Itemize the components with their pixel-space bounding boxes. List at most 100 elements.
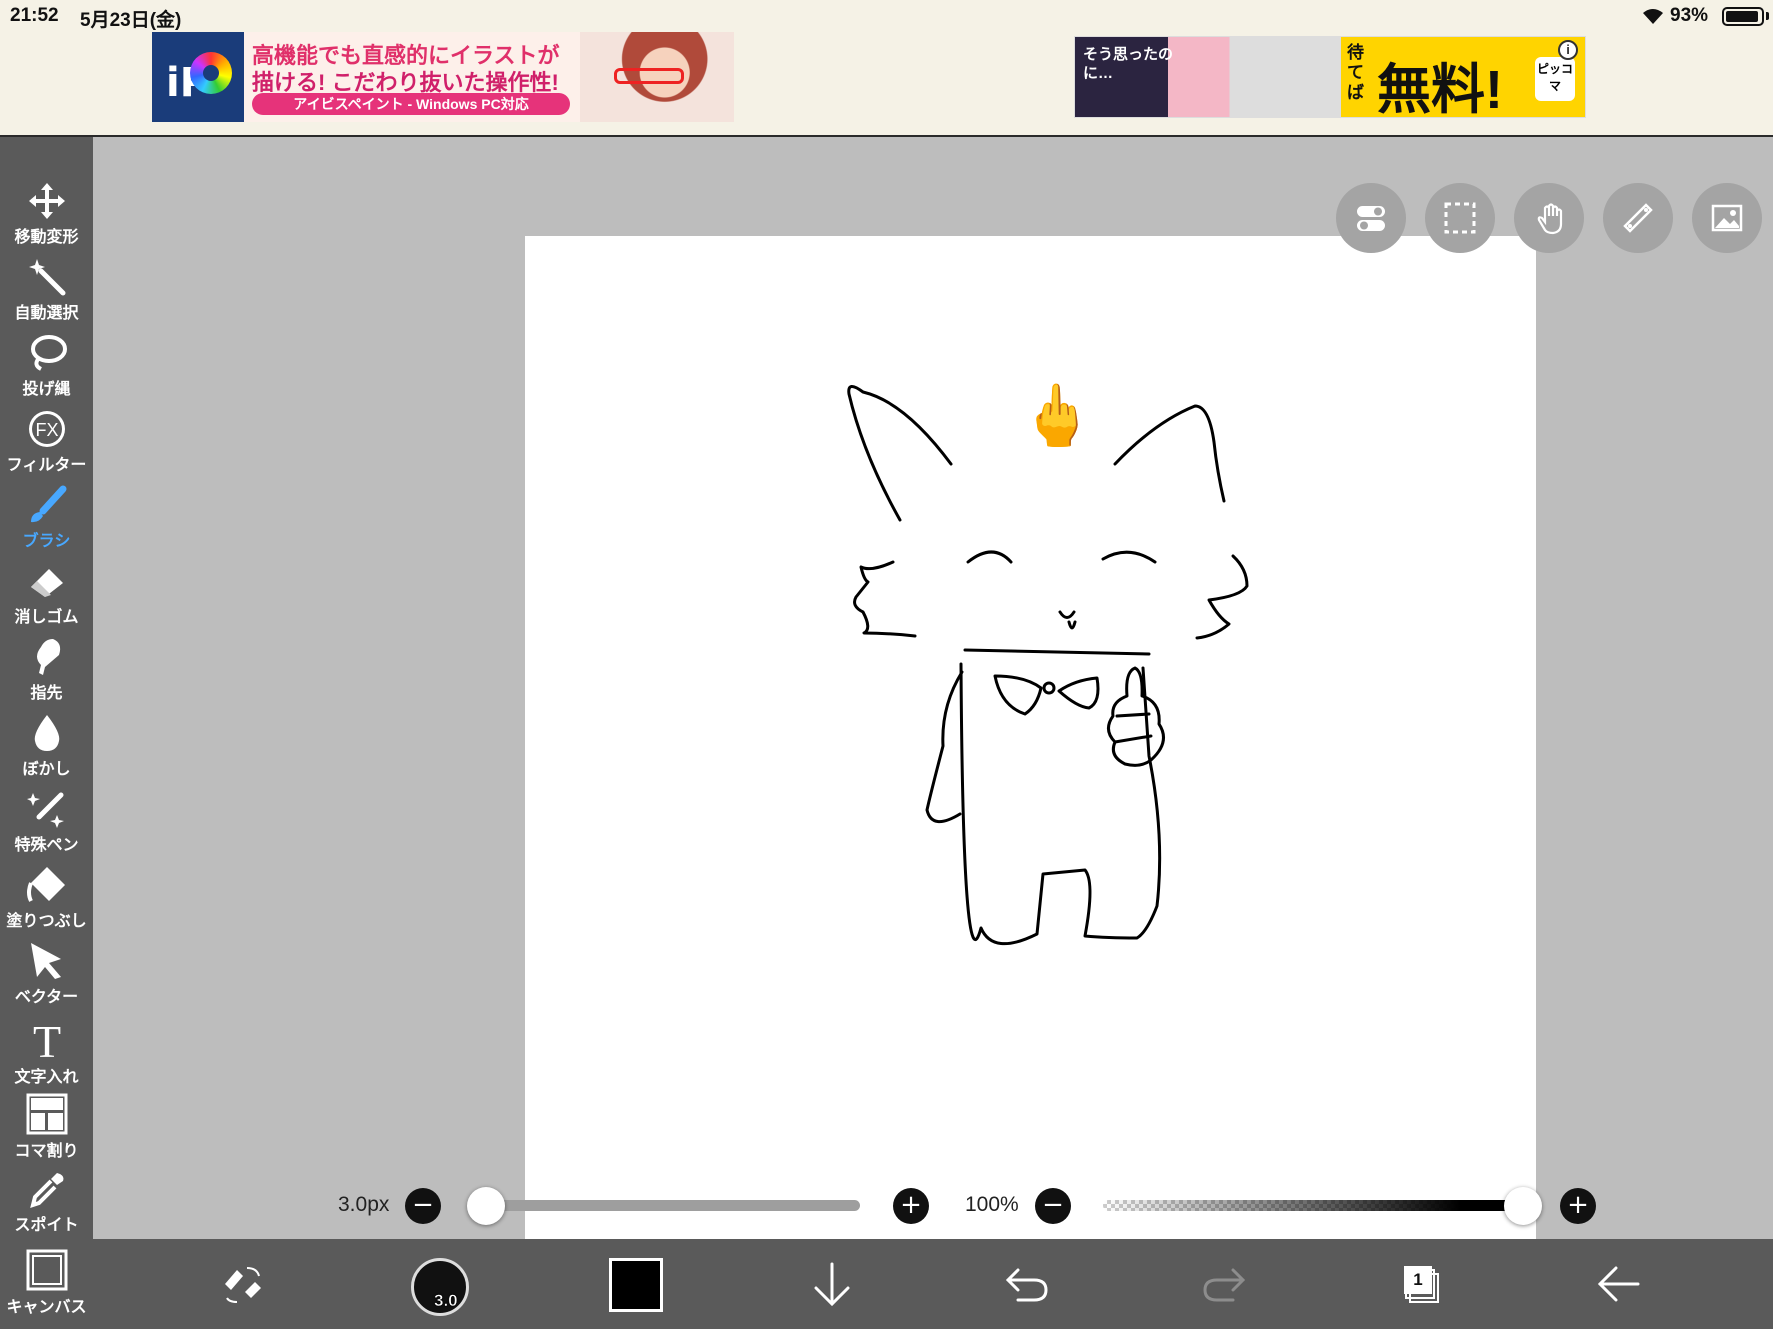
manga-free-text: 無料! <box>1377 60 1503 118</box>
brush-size-value: 3.0px <box>338 1193 390 1216</box>
vector-arrow-icon <box>30 943 61 979</box>
lasso-icon <box>30 335 67 371</box>
download-button[interactable] <box>792 1239 872 1329</box>
bottom-toolbar: 3.0 <box>93 1239 1773 1329</box>
drawing-canvas[interactable]: 🖕 <box>525 236 1536 1244</box>
image-icon <box>1711 204 1743 232</box>
tool-label: 指先 <box>30 685 63 702</box>
hand-button[interactable] <box>1514 183 1584 253</box>
tool-brush[interactable]: ブラシ <box>0 485 93 561</box>
piccoma-logo: ピッコマ <box>1535 57 1575 101</box>
svg-text:FX: FX <box>35 420 58 440</box>
tool-lasso[interactable]: 投げ縄 <box>0 333 93 409</box>
tool-label: キャンバス <box>6 1299 87 1316</box>
brush-size-indicator[interactable]: 3.0 <box>411 1258 469 1316</box>
tool-canvas[interactable]: キャンバス <box>0 1249 93 1325</box>
reference-image-button[interactable] <box>1692 183 1762 253</box>
opacity-slider-thumb[interactable] <box>1504 1187 1542 1225</box>
tool-filter[interactable]: FX フィルター <box>0 409 93 485</box>
undo-button[interactable] <box>988 1239 1068 1329</box>
tool-vector[interactable]: ベクター <box>0 941 93 1017</box>
color-wheel-icon <box>190 52 232 94</box>
tool-transform[interactable]: 移動変形 <box>0 181 93 257</box>
swap-tools-icon <box>225 1267 261 1303</box>
ruler-button[interactable] <box>1603 183 1673 253</box>
hand-icon <box>1537 203 1563 235</box>
battery-level <box>1726 11 1758 22</box>
panel-split-icon <box>26 1093 67 1135</box>
ruler-icon <box>1623 203 1653 233</box>
svg-text:T: T <box>32 1017 60 1061</box>
smudge-icon <box>36 639 60 675</box>
left-toolbar: 移動変形 自動選択 投げ縄 FX フィルター ブラシ 消しゴム 指先 ぼかし 特… <box>0 137 93 1329</box>
top-bar: 21:52 5月23日(金) 93% iP 高機能でも直感的にイラストが 描ける… <box>0 0 1773 137</box>
manga-wait-text: 待てば <box>1347 43 1364 102</box>
special-pen-icon <box>26 792 64 828</box>
ibispaint-logo: iP <box>152 32 244 122</box>
toggle-settings-button[interactable] <box>1336 183 1406 253</box>
tool-label: ベクター <box>14 989 79 1006</box>
undo-icon <box>1005 1268 1048 1302</box>
wifi-icon <box>1643 9 1663 24</box>
ad-banner-manga[interactable]: そう思ったのに… 待てば 無料! ピッコマ <box>1074 36 1586 118</box>
tool-label: 消しゴム <box>14 609 79 626</box>
tool-magic-wand[interactable]: 自動選択 <box>0 257 93 333</box>
redo-button[interactable] <box>1183 1239 1263 1329</box>
redo-icon <box>1203 1268 1246 1302</box>
tool-label: スポイト <box>14 1217 79 1234</box>
tool-label: 塗りつぶし <box>6 913 87 930</box>
swap-tools-button[interactable] <box>203 1239 283 1329</box>
tool-fill[interactable]: 塗りつぶし <box>0 865 93 941</box>
manga-bubble-text: そう思ったのに… <box>1083 46 1174 82</box>
size-increase-button[interactable]: + <box>893 1188 929 1224</box>
back-button[interactable] <box>1578 1239 1658 1329</box>
download-arrow-icon <box>814 1262 850 1307</box>
canvas-icon <box>26 1249 67 1291</box>
battery-percent: 93% <box>1670 5 1709 26</box>
back-arrow-icon <box>1597 1266 1640 1302</box>
ad-info-icon[interactable]: i <box>1558 40 1578 60</box>
blur-drop-icon <box>34 715 59 751</box>
status-date: 5月23日(金) <box>80 10 182 31</box>
tool-label: 移動変形 <box>14 229 79 246</box>
ad-character-glasses <box>614 68 684 84</box>
opacity-slider[interactable] <box>1103 1200 1523 1211</box>
tool-special-pen[interactable]: 特殊ペン <box>0 789 93 865</box>
tool-label: コマ割り <box>14 1143 79 1160</box>
opacity-increase-button[interactable]: + <box>1560 1188 1596 1224</box>
magic-wand-icon <box>28 259 65 296</box>
selection-icon <box>1444 202 1476 234</box>
tool-label: 特殊ペン <box>14 837 79 854</box>
size-decrease-button[interactable]: − <box>405 1188 441 1224</box>
color-swatch[interactable] <box>609 1258 663 1312</box>
tool-eraser[interactable]: 消しゴム <box>0 561 93 637</box>
fx-icon: FX <box>28 411 65 447</box>
tool-blur[interactable]: ぼかし <box>0 713 93 789</box>
tool-label: 自動選択 <box>14 305 79 322</box>
tool-panel-split[interactable]: コマ割り <box>0 1093 93 1169</box>
brush-size-indicator-text: 3.0 <box>434 1291 458 1311</box>
brush-size-slider-thumb[interactable] <box>466 1187 505 1225</box>
tool-label: ぼかし <box>22 761 71 778</box>
eyedropper-icon <box>29 1173 63 1209</box>
ad-banner-ibispaint[interactable]: iP 高機能でも直感的にイラストが 描ける! こだわり抜いた操作性! アイビスペ… <box>152 32 734 122</box>
fill-bucket-icon <box>26 867 65 902</box>
eraser-icon <box>30 569 63 597</box>
text-icon: T <box>32 1017 60 1061</box>
middle-finger-emoji: 🖕 <box>1020 381 1095 450</box>
tool-smudge[interactable]: 指先 <box>0 637 93 713</box>
tool-label: ブラシ <box>22 533 71 550</box>
battery-icon <box>1722 7 1764 26</box>
status-time: 21:52 <box>10 5 59 26</box>
toggle-icon <box>1357 206 1385 231</box>
opacity-decrease-button[interactable]: − <box>1035 1188 1071 1224</box>
tool-eyedropper[interactable]: スポイト <box>0 1169 93 1245</box>
tool-text[interactable]: T 文字入れ <box>0 1017 93 1093</box>
tool-label: 文字入れ <box>14 1069 79 1086</box>
selection-button[interactable] <box>1425 183 1495 253</box>
move-icon <box>28 183 65 219</box>
tool-label: フィルター <box>6 457 87 474</box>
ad-pill: アイビスペイント - Windows PC対応 <box>252 93 570 115</box>
brush-size-slider[interactable] <box>478 1200 860 1211</box>
tool-label: 投げ縄 <box>22 381 71 398</box>
